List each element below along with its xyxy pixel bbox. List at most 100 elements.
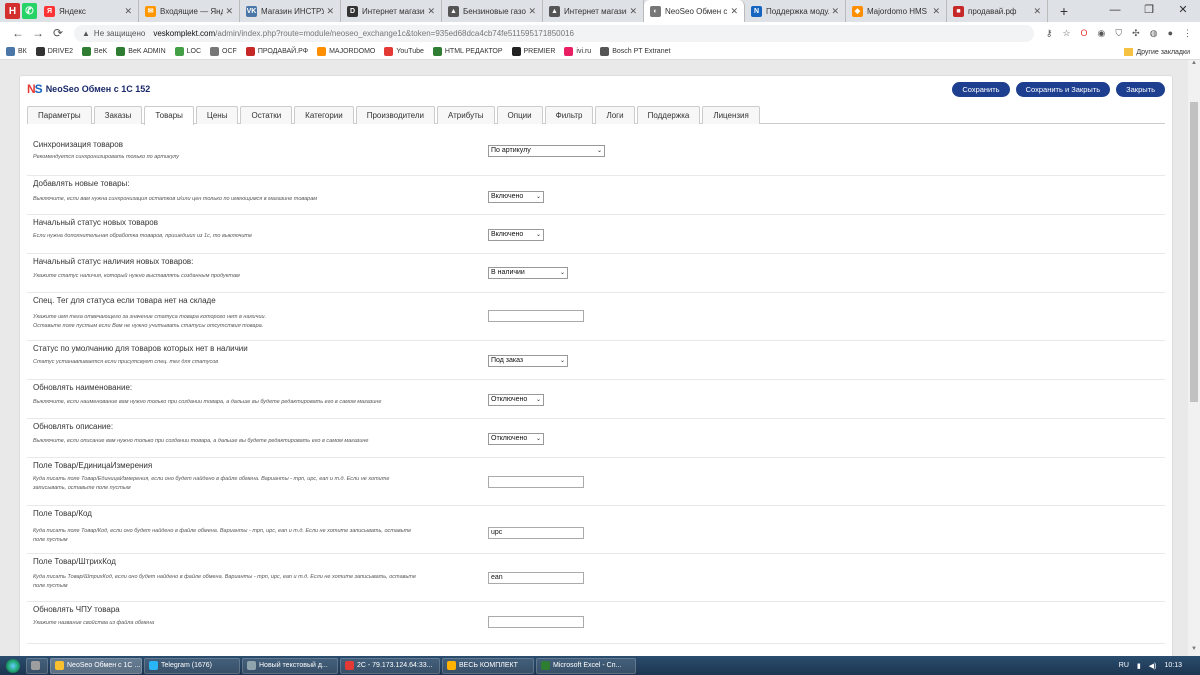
menu-icon[interactable]: ⋮ — [1183, 28, 1192, 39]
tab-10[interactable]: Фильтр — [544, 106, 594, 124]
tab-close-icon[interactable]: ✕ — [427, 6, 435, 17]
volume-icon[interactable]: ◀) — [1149, 662, 1157, 670]
tab-close-icon[interactable]: ✕ — [629, 6, 637, 17]
taskbar-item[interactable]: Microsoft Excel - Сп... — [536, 657, 636, 674]
star-icon[interactable]: ☆ — [1062, 28, 1070, 39]
maximize-icon[interactable]: ❐ — [1132, 0, 1166, 22]
back-icon[interactable]: ← — [8, 26, 28, 40]
opera-icon[interactable]: O — [1081, 28, 1088, 39]
browser-tab[interactable]: VK Магазин ИНСТРУ...✕ — [240, 0, 341, 22]
bookmark-item[interactable]: Bosch PT Extranet — [600, 47, 670, 56]
security-label[interactable]: Не защищено — [94, 29, 145, 38]
bookmark-item[interactable]: LOC — [174, 47, 201, 56]
page-scrollbar[interactable]: ▲ ▼ — [1188, 60, 1200, 656]
tab-6[interactable]: Категории — [294, 106, 354, 124]
bookmark-item[interactable]: DRIVE2 — [35, 47, 74, 56]
setting-select[interactable]: В наличии ⌄ — [488, 267, 568, 279]
bookmark-item[interactable]: BeK — [82, 47, 107, 56]
bookmark-item[interactable]: OCF — [210, 47, 237, 56]
tab-close-icon[interactable]: ✕ — [326, 6, 334, 17]
setting-select[interactable]: Включено ⌄ — [488, 229, 544, 241]
tab-12[interactable]: Поддержка — [636, 106, 701, 124]
taskbar-item[interactable]: Telegram (1676) — [144, 657, 240, 674]
start-button[interactable] — [0, 656, 26, 675]
tab-2[interactable]: Заказы — [93, 106, 143, 124]
scroll-down-icon[interactable]: ▼ — [1188, 646, 1200, 656]
bookmark-item[interactable]: HTML РЕДАКТОР — [432, 47, 503, 56]
taskbar-item[interactable]: Новый текстовый д... — [242, 657, 338, 674]
close-button[interactable]: Закрыть — [1116, 81, 1165, 97]
browser-tab[interactable]: ■ продавай.рф ✕ — [947, 0, 1048, 22]
browser-tab[interactable]: ◐ NeoSeo Обмен с 1...✕ — [644, 0, 745, 22]
taskbar-item[interactable]: ВЕСЬ КОМПЛЕКТ — [442, 657, 534, 674]
setting-select[interactable]: Включено ⌄ — [488, 191, 544, 203]
tab-1[interactable]: Параметры — [27, 106, 92, 124]
pinned-tab-whatsapp[interactable]: ✆ — [22, 3, 37, 19]
bookmark-label: DRIVE2 — [47, 48, 74, 55]
forward-icon[interactable]: → — [28, 26, 48, 40]
tab-5[interactable]: Остатки — [240, 106, 293, 124]
setting-input[interactable]: upc — [488, 527, 584, 539]
setting-select[interactable]: Под заказ ⌄ — [488, 355, 568, 367]
setting-select[interactable]: Отключено ⌄ — [488, 394, 544, 406]
tab-close-icon[interactable]: ✕ — [730, 6, 738, 17]
tab-close-icon[interactable]: ✕ — [831, 6, 839, 17]
setting-select[interactable]: Отключено ⌄ — [488, 433, 544, 445]
browser-tab[interactable]: ✉ Входящие — Янд...✕ — [139, 0, 240, 22]
tab-close-icon[interactable]: ✕ — [124, 6, 132, 17]
scroll-up-icon[interactable]: ▲ — [1188, 60, 1200, 70]
setting-input[interactable] — [488, 310, 584, 322]
other-bookmarks[interactable]: Другие закладки — [1124, 44, 1190, 60]
bookmark-item[interactable]: MAJORDOMO — [317, 47, 375, 56]
browser-tab[interactable]: Я Яндекс ✕ — [38, 0, 139, 22]
browser-tab[interactable]: ▲ Бензиновые газо... ✕ — [442, 0, 543, 22]
language-indicator[interactable]: RU — [1119, 662, 1129, 669]
save-button[interactable]: Сохранить — [952, 81, 1010, 97]
bookmark-item[interactable]: ivi.ru — [564, 47, 591, 56]
browser-tab[interactable]: ▲ Интернет магазин...✕ — [543, 0, 644, 22]
minimize-icon[interactable]: — — [1098, 0, 1132, 22]
extension-icon[interactable]: ◉ — [1098, 28, 1106, 39]
tab-7[interactable]: Производители — [355, 106, 435, 124]
close-window-icon[interactable]: ✕ — [1166, 0, 1200, 22]
bookmark-item[interactable]: PREMIER — [511, 47, 555, 56]
url-field[interactable]: ▲ Не защищено veskomplekt.com /admin/ind… — [74, 24, 1034, 42]
puzzle-icon[interactable]: ✣ — [1132, 28, 1140, 39]
profile-icon[interactable]: ● — [1168, 28, 1173, 39]
browser-tab[interactable]: N Поддержка моду... ✕ — [745, 0, 846, 22]
tab-4[interactable]: Цены — [195, 106, 239, 124]
browser-tab[interactable]: ◆ Majordomo HMS ✕ — [846, 0, 947, 22]
setting-input[interactable] — [488, 476, 584, 488]
bookmark-item[interactable]: ПРОДАВАЙ.РФ — [245, 47, 308, 56]
tab-close-icon[interactable]: ✕ — [1033, 6, 1041, 17]
setting-input[interactable] — [488, 616, 584, 628]
bookmark-item[interactable]: BeK ADMIN — [116, 47, 166, 56]
tab-close-icon[interactable]: ✕ — [225, 6, 233, 17]
browser-tab[interactable]: D Интернет магазин...✕ — [341, 0, 442, 22]
tab-13[interactable]: Лицензия — [702, 106, 760, 124]
clock[interactable]: 10:13 — [1164, 662, 1182, 669]
save-and-close-button[interactable]: Сохранить и Закрыть — [1015, 81, 1111, 97]
tab-close-icon[interactable]: ✕ — [932, 6, 940, 17]
tab-3[interactable]: Товары — [144, 106, 194, 125]
tab-9[interactable]: Опции — [496, 106, 543, 124]
key-icon[interactable]: ⚷ — [1046, 28, 1053, 39]
setting-input[interactable]: ean — [488, 572, 584, 584]
pinned-tab-hh[interactable]: H — [5, 3, 20, 19]
shield-icon[interactable]: ⛉ — [1115, 28, 1122, 39]
bookmark-item[interactable]: YouTube — [384, 47, 424, 56]
tab-close-icon[interactable]: ✕ — [528, 6, 536, 17]
tab-11[interactable]: Логи — [595, 106, 635, 124]
bookmark-item[interactable]: ВК — [6, 47, 27, 56]
setting-select[interactable]: По артикулу ⌄ — [488, 145, 605, 157]
warning-icon[interactable]: ▲ — [82, 29, 90, 38]
new-tab-button[interactable]: + — [1054, 3, 1074, 19]
taskbar-item[interactable]: 2С - 79.173.124.64:33... — [340, 657, 440, 674]
tab-8[interactable]: Атрибуты — [436, 106, 495, 124]
globe-icon[interactable]: ◍ — [1150, 28, 1158, 39]
scrollbar-thumb[interactable] — [1190, 102, 1198, 402]
taskbar-item[interactable]: NeoSeo Обмен с 1С ... — [50, 657, 142, 674]
network-icon[interactable]: ▮ — [1137, 662, 1141, 670]
reload-icon[interactable]: ⟳ — [48, 26, 68, 40]
taskbar-item[interactable] — [26, 657, 48, 674]
